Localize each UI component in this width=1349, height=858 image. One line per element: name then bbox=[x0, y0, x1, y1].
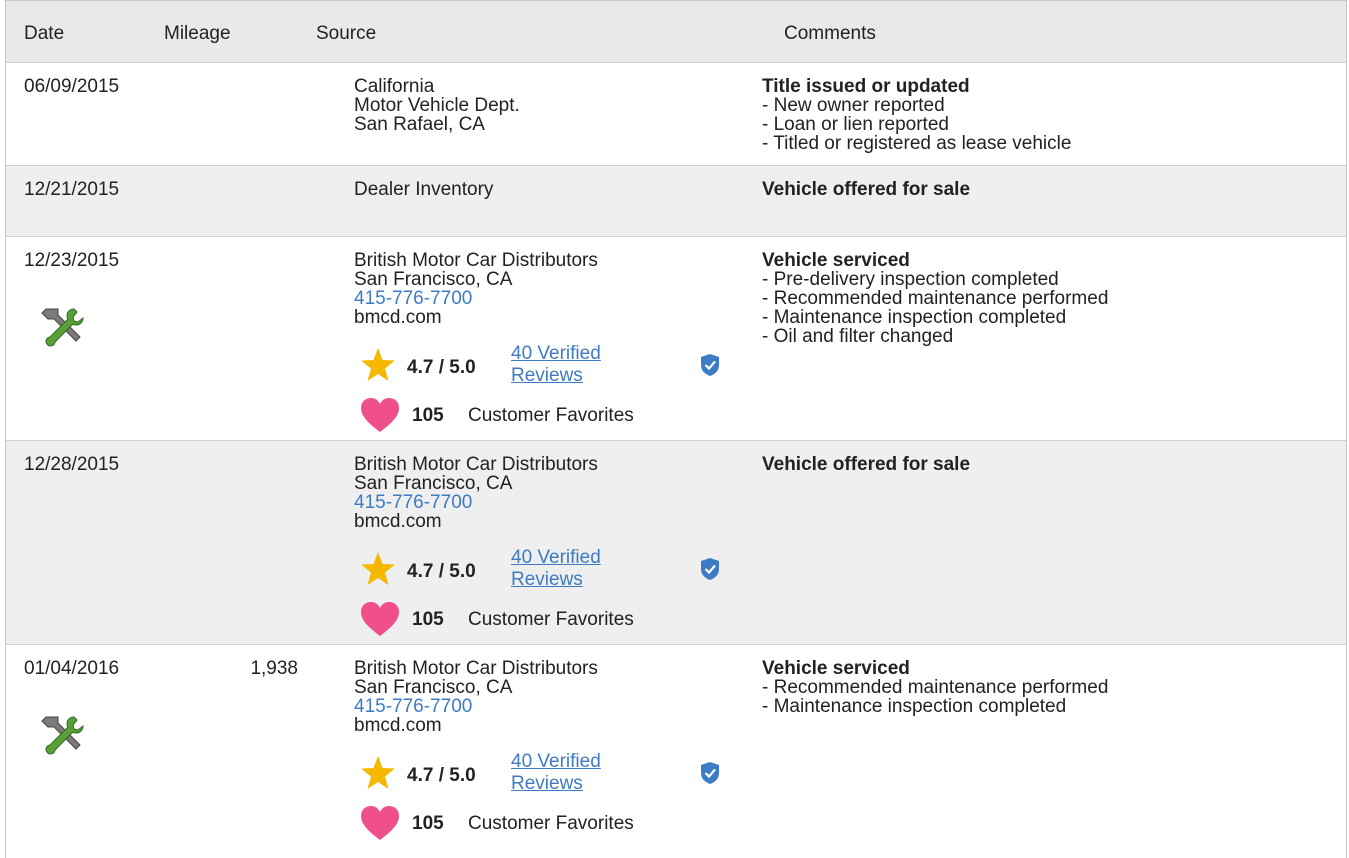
table-row: 12/28/2015 British Motor Car Distributor… bbox=[6, 441, 1346, 645]
star-icon bbox=[360, 755, 396, 791]
shield-check-icon bbox=[700, 761, 720, 785]
dealer-phone-link[interactable]: 415-776-7700 bbox=[354, 493, 598, 512]
comment-item: - Recommended maintenance performed bbox=[762, 288, 1109, 309]
source-line: San Rafael, CA bbox=[354, 114, 485, 135]
comment-item: - Loan or lien reported bbox=[762, 114, 949, 135]
comment-item: - Recommended maintenance performed bbox=[762, 677, 1109, 698]
favorites-label: Customer Favorites bbox=[468, 609, 634, 630]
rating-score: 4.7 / 5.0 bbox=[407, 357, 476, 378]
source-line: British Motor Car Distributors bbox=[354, 250, 598, 271]
dealer-phone-link[interactable]: 415-776-7700 bbox=[354, 289, 598, 308]
table-header: Date Mileage Source Comments bbox=[6, 1, 1346, 63]
dealer-rating: 4.7 / 5.0 40 Verified Reviews bbox=[354, 545, 734, 597]
header-date: Date bbox=[24, 23, 65, 44]
header-source: Source bbox=[316, 23, 377, 44]
row-date: 12/23/2015 bbox=[24, 250, 120, 271]
favorites-label: Customer Favorites bbox=[468, 813, 634, 834]
reviews-line: Reviews bbox=[511, 773, 583, 794]
row-source: California Motor Vehicle Dept. San Rafae… bbox=[354, 77, 520, 134]
heart-icon bbox=[360, 601, 400, 637]
comment-item: - New owner reported bbox=[762, 95, 945, 116]
row-date: 12/28/2015 bbox=[24, 454, 120, 475]
row-comments: Title issued or updated - New owner repo… bbox=[762, 77, 1071, 153]
customer-favorites: 105 Customer Favorites bbox=[354, 805, 694, 845]
dealer-rating: 4.7 / 5.0 40 Verified Reviews bbox=[354, 749, 734, 801]
shield-check-icon bbox=[700, 353, 720, 377]
reviews-line: 40 Verified bbox=[511, 751, 601, 772]
rating-score: 4.7 / 5.0 bbox=[407, 561, 476, 582]
source-line: California bbox=[354, 76, 435, 97]
star-icon bbox=[360, 551, 396, 587]
comment-item: - Maintenance inspection completed bbox=[762, 696, 1067, 717]
dealer-rating: 4.7 / 5.0 40 Verified Reviews bbox=[354, 341, 734, 393]
wrench-screwdriver-icon bbox=[40, 305, 84, 349]
favorites-label: Customer Favorites bbox=[468, 405, 634, 426]
source-line: San Francisco, CA bbox=[354, 269, 513, 290]
comment-item: - Pre-delivery inspection completed bbox=[762, 269, 1059, 290]
comment-item: - Maintenance inspection completed bbox=[762, 307, 1067, 328]
row-comments: Vehicle offered for sale bbox=[762, 455, 970, 474]
table-row: 12/21/2015 Dealer Inventory Vehicle offe… bbox=[6, 166, 1346, 237]
source-line: British Motor Car Distributors bbox=[354, 658, 598, 679]
row-source: Dealer Inventory bbox=[354, 180, 493, 199]
row-source: British Motor Car Distributors San Franc… bbox=[354, 251, 598, 327]
table-row: 06/09/2015 California Motor Vehicle Dept… bbox=[6, 63, 1346, 166]
row-date: 06/09/2015 bbox=[24, 76, 120, 97]
row-source: British Motor Car Distributors San Franc… bbox=[354, 455, 598, 531]
reviews-line: 40 Verified bbox=[511, 343, 601, 364]
row-source: British Motor Car Distributors San Franc… bbox=[354, 659, 598, 735]
comment-item: - Oil and filter changed bbox=[762, 326, 954, 347]
favorites-count: 105 bbox=[412, 813, 444, 834]
verified-reviews-link[interactable]: 40 Verified Reviews bbox=[511, 547, 601, 591]
comment-title: Vehicle serviced bbox=[762, 658, 910, 679]
shield-check-icon bbox=[700, 557, 720, 581]
customer-favorites: 105 Customer Favorites bbox=[354, 397, 694, 437]
dealer-phone-link[interactable]: 415-776-7700 bbox=[354, 697, 598, 716]
header-mileage: Mileage bbox=[164, 23, 231, 44]
heart-icon bbox=[360, 805, 400, 841]
row-comments: Vehicle serviced - Pre-delivery inspecti… bbox=[762, 251, 1108, 346]
source-line: San Francisco, CA bbox=[354, 677, 513, 698]
row-date: 01/04/2016 bbox=[24, 658, 120, 679]
comment-title: Vehicle serviced bbox=[762, 250, 910, 271]
comment-title: Vehicle offered for sale bbox=[762, 179, 971, 200]
dealer-website: bmcd.com bbox=[354, 307, 442, 328]
verified-reviews-link[interactable]: 40 Verified Reviews bbox=[511, 343, 601, 387]
source-line: Dealer Inventory bbox=[354, 179, 494, 200]
verified-reviews-link[interactable]: 40 Verified Reviews bbox=[511, 751, 601, 795]
wrench-screwdriver-icon bbox=[40, 713, 84, 757]
reviews-line: Reviews bbox=[511, 365, 583, 386]
dealer-website: bmcd.com bbox=[354, 511, 442, 532]
source-line: San Francisco, CA bbox=[354, 473, 513, 494]
heart-icon bbox=[360, 397, 400, 433]
comment-title: Title issued or updated bbox=[762, 76, 970, 97]
row-date: 12/21/2015 bbox=[24, 179, 120, 200]
table-row: 12/23/2015 British Motor Car Distributor… bbox=[6, 237, 1346, 441]
row-mileage: 1,938 bbox=[250, 658, 298, 679]
header-comments: Comments bbox=[784, 23, 876, 44]
rating-score: 4.7 / 5.0 bbox=[407, 765, 476, 786]
star-icon bbox=[360, 347, 396, 383]
row-comments: Vehicle offered for sale bbox=[762, 180, 970, 199]
favorites-count: 105 bbox=[412, 609, 444, 630]
reviews-line: Reviews bbox=[511, 569, 583, 590]
comment-title: Vehicle offered for sale bbox=[762, 454, 971, 475]
row-comments: Vehicle serviced - Recommended maintenan… bbox=[762, 659, 1108, 716]
dealer-website: bmcd.com bbox=[354, 715, 442, 736]
customer-favorites: 105 Customer Favorites bbox=[354, 601, 694, 641]
vehicle-history-table: Date Mileage Source Comments 06/09/2015 … bbox=[5, 0, 1347, 858]
source-line: British Motor Car Distributors bbox=[354, 454, 598, 475]
favorites-count: 105 bbox=[412, 405, 444, 426]
table-row: 01/04/2016 1,938 British Motor Car Distr… bbox=[6, 645, 1346, 858]
source-line: Motor Vehicle Dept. bbox=[354, 95, 520, 116]
comment-item: - Titled or registered as lease vehicle bbox=[762, 133, 1072, 154]
reviews-line: 40 Verified bbox=[511, 547, 601, 568]
